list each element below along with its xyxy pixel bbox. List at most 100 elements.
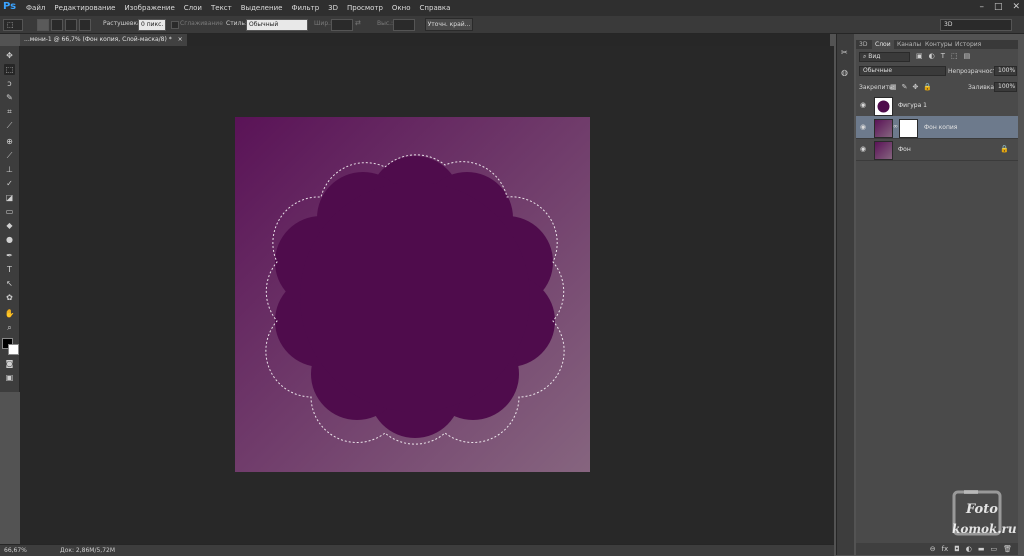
folder-icon[interactable]: ▬ [978, 545, 985, 553]
new-selection-icon[interactable] [37, 19, 49, 31]
layer-filter-select[interactable]: ⌕ Вид [859, 52, 910, 62]
subtract-selection-icon[interactable] [65, 19, 77, 31]
eyedropper-icon[interactable]: ⟋ [4, 120, 15, 131]
width-input[interactable] [331, 19, 353, 31]
crop-icon[interactable]: ⌗ [4, 106, 15, 117]
tool-preset-picker[interactable]: ⬚ [3, 19, 23, 31]
eraser-icon[interactable]: ◪ [4, 192, 15, 203]
lock-all-icon[interactable]: 🔒 [923, 83, 932, 91]
healing-icon[interactable]: ⊕ [4, 136, 15, 147]
brush-icon[interactable]: ⟋ [4, 150, 15, 161]
feather-input[interactable]: 0 пикс. [138, 19, 166, 31]
shape-filter-icon[interactable]: ⬚ [951, 52, 958, 60]
menu-layers[interactable]: Слои [184, 4, 202, 12]
link-icon[interactable]: ⊖ [930, 545, 936, 553]
fill-input[interactable]: 100% [994, 82, 1017, 92]
blend-mode-select[interactable]: Обычные [859, 66, 946, 76]
adjustment-filter-icon[interactable]: ◐ [929, 52, 935, 60]
smart-filter-icon[interactable]: ▤ [964, 52, 971, 60]
lasso-icon[interactable]: ↄ [4, 78, 15, 89]
style-label: Стиль: [226, 20, 247, 27]
menu-type[interactable]: Текст [211, 4, 232, 12]
type-icon[interactable]: T [4, 264, 15, 275]
tab-history[interactable]: История [952, 40, 984, 49]
hand-icon[interactable]: ✋ [4, 308, 15, 319]
menu-filter[interactable]: Фильтр [291, 4, 319, 12]
marquee-icon[interactable]: ⬚ [4, 64, 15, 75]
zoom-level[interactable]: 66,67% [4, 547, 27, 554]
blend-mode-value: Обычные [863, 67, 893, 74]
tools-panel-icon[interactable]: ✂ [841, 48, 848, 57]
menu-file[interactable]: Файл [26, 4, 45, 12]
shape-icon[interactable]: ✿ [4, 292, 15, 303]
opacity-input[interactable]: 100% [994, 66, 1017, 76]
refine-edge-button[interactable]: Уточн. край... [425, 18, 473, 31]
document-info[interactable]: Док: 2,86M/5,72M [60, 547, 115, 554]
move-icon[interactable]: ✥ [4, 50, 15, 61]
background-color-swatch[interactable] [8, 344, 19, 355]
type-filter-icon[interactable]: T [941, 52, 945, 60]
antialias-checkbox[interactable] [171, 21, 179, 29]
fx-icon[interactable]: fx [942, 545, 949, 553]
trash-icon[interactable]: 🗑 [1003, 545, 1012, 553]
layer-row-background[interactable]: ◉ Фон 🔒 [856, 138, 1018, 161]
menu-window[interactable]: Окно [392, 4, 411, 12]
intersect-selection-icon[interactable] [79, 19, 91, 31]
menu-image[interactable]: Изображение [124, 4, 174, 12]
tab-3d[interactable]: 3D [856, 40, 870, 49]
zoom-icon[interactable]: ⌕ [4, 322, 15, 333]
close-button[interactable]: ✕ [1012, 2, 1020, 12]
menu-items: Файл Редактирование Изображение Слои Тек… [26, 0, 450, 16]
dodge-icon[interactable]: ● [4, 234, 15, 245]
blur-icon[interactable]: ◆ [4, 220, 15, 231]
document-tab[interactable]: ...мени-1 @ 66,7% (Фон копия, Слой-маска… [20, 34, 187, 46]
menu-bar: Ps Файл Редактирование Изображение Слои … [0, 0, 1024, 16]
document-tab-title: ...мени-1 @ 66,7% (Фон копия, Слой-маска… [24, 36, 172, 43]
add-selection-icon[interactable] [51, 19, 63, 31]
lock-position-icon[interactable]: ✥ [913, 83, 919, 91]
minimize-button[interactable]: – [979, 2, 984, 12]
adjustment-icon[interactable]: ◐ [966, 545, 972, 553]
layer-filter-icons: ▣ ◐ T ⬚ ▤ [916, 52, 970, 60]
lock-pixels-icon[interactable]: ✎ [902, 83, 908, 91]
tab-paths[interactable]: Контуры [922, 40, 955, 49]
history-brush-icon[interactable]: ✓ [4, 178, 15, 189]
menu-3d[interactable]: 3D [328, 4, 338, 12]
layer-mask-thumbnail[interactable] [899, 119, 918, 138]
menu-view[interactable]: Просмотр [347, 4, 383, 12]
maximize-button[interactable]: □ [994, 2, 1003, 12]
style-select[interactable]: Обычный [246, 19, 308, 31]
3d-panel-icon[interactable]: ◍ [841, 68, 848, 77]
workspace-select[interactable]: 3D [940, 19, 1012, 31]
layer-name: Фигура 1 [898, 102, 927, 109]
path-select-icon[interactable]: ↖ [4, 278, 15, 289]
layer-row-background-copy[interactable]: ◉ ∞ Фон копия [856, 116, 1018, 139]
layer-filter-label: Вид [868, 53, 881, 60]
layer-thumbnail [874, 119, 893, 138]
layer-row-shape[interactable]: ◉ Фигура 1 [856, 94, 1018, 117]
link-chain-icon[interactable]: ∞ [893, 123, 898, 130]
lock-transparent-icon[interactable]: ▦ [890, 83, 897, 91]
height-input[interactable] [393, 19, 415, 31]
quick-mask-icon[interactable]: ◙ [4, 358, 15, 369]
tab-layers[interactable]: Слои [872, 40, 894, 49]
flower-thumbnail-icon [877, 100, 890, 113]
tab-channels[interactable]: Каналы [894, 40, 924, 49]
swap-icon[interactable]: ⇄ [355, 19, 363, 29]
visibility-eye-icon[interactable]: ◉ [860, 123, 866, 131]
visibility-eye-icon[interactable]: ◉ [860, 101, 866, 109]
menu-select[interactable]: Выделение [241, 4, 283, 12]
stamp-icon[interactable]: ⊥ [4, 164, 15, 175]
gradient-icon[interactable]: ▭ [4, 206, 15, 217]
pen-icon[interactable]: ✒ [4, 250, 15, 261]
close-tab-icon[interactable]: × [178, 36, 183, 43]
new-layer-icon[interactable]: ▭ [990, 545, 997, 553]
menu-edit[interactable]: Редактирование [54, 4, 115, 12]
mask-icon[interactable]: ◘ [954, 545, 960, 553]
menu-help[interactable]: Справка [420, 4, 451, 12]
document-canvas[interactable] [235, 117, 590, 472]
quick-select-icon[interactable]: ✎ [4, 92, 15, 103]
visibility-eye-icon[interactable]: ◉ [860, 145, 866, 153]
pixel-filter-icon[interactable]: ▣ [916, 52, 923, 60]
screen-mode-icon[interactable]: ▣ [4, 372, 15, 383]
